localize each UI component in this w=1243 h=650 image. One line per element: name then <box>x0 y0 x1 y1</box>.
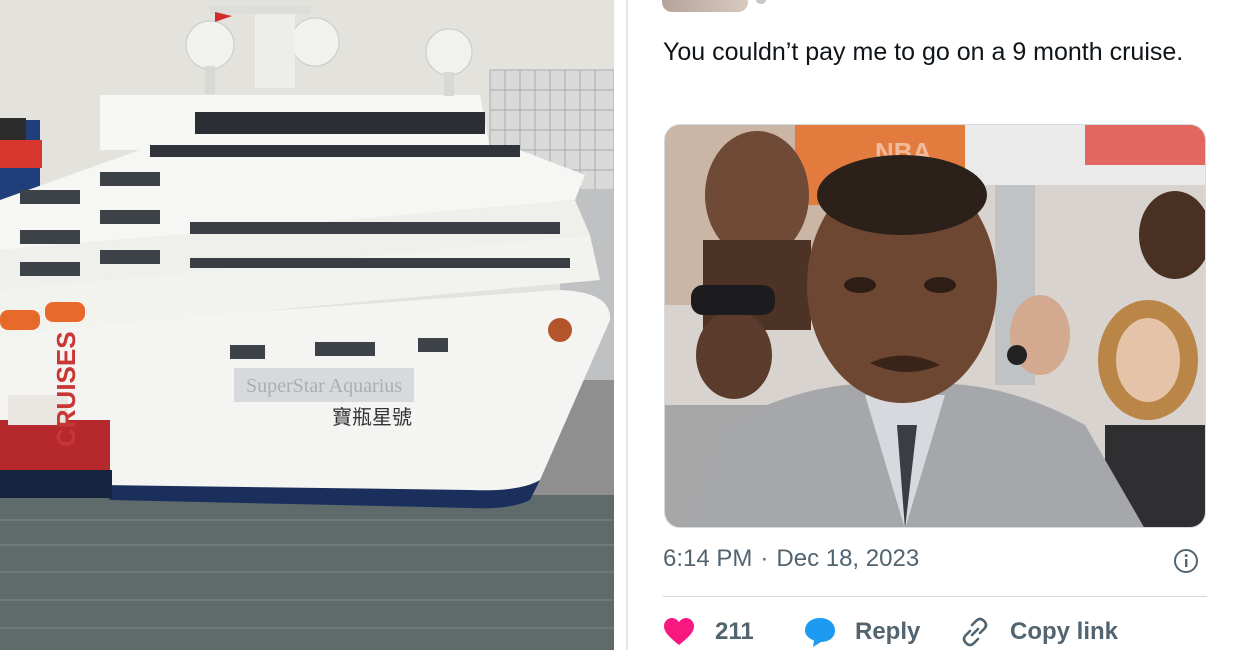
like-button[interactable]: 211 <box>663 612 754 650</box>
cruise-ship-photo: SuperStar Aquarius 寶瓶星號 CRUISES <box>0 0 614 650</box>
tweet-actions: 211 Reply Copy link <box>663 612 1223 650</box>
ship-chinese-name: 寶瓶星號 <box>332 405 412 429</box>
timestamp-separator: · <box>760 545 769 572</box>
tweet-date: Dec 18, 2023 <box>776 545 920 572</box>
reply-bubble-icon <box>805 618 835 647</box>
info-icon[interactable] <box>1173 548 1199 574</box>
actions-divider <box>663 596 1207 597</box>
tweet-time: 6:14 PM <box>663 545 753 572</box>
copy-link-button[interactable]: Copy link <box>958 612 1118 650</box>
cruise-ship-illustration: SuperStar Aquarius 寶瓶星號 CRUISES <box>0 0 614 650</box>
verified-badge-icon <box>756 0 766 4</box>
reply-button[interactable]: Reply <box>803 612 920 650</box>
reply-label: Reply <box>855 618 921 645</box>
image-divider-gap <box>614 0 626 650</box>
reaction-meme-illustration: NBA <box>665 125 1205 527</box>
tweet-text: You couldn’t pay me to go on a 9 month c… <box>663 38 1184 66</box>
avatar[interactable] <box>662 0 748 12</box>
ship-name-blurred: SuperStar Aquarius <box>246 375 402 397</box>
tweet-media-image[interactable]: NBA <box>664 124 1206 528</box>
copy-link-label: Copy link <box>1010 618 1119 645</box>
heart-icon <box>664 618 694 645</box>
side-lettering: CRUISES <box>51 331 81 447</box>
tweet-timestamp[interactable]: 6:14 PM · Dec 18, 2023 <box>663 545 919 573</box>
tweet-card: You couldn’t pay me to go on a 9 month c… <box>628 0 1243 650</box>
link-icon <box>962 617 988 647</box>
like-count: 211 <box>715 618 754 645</box>
